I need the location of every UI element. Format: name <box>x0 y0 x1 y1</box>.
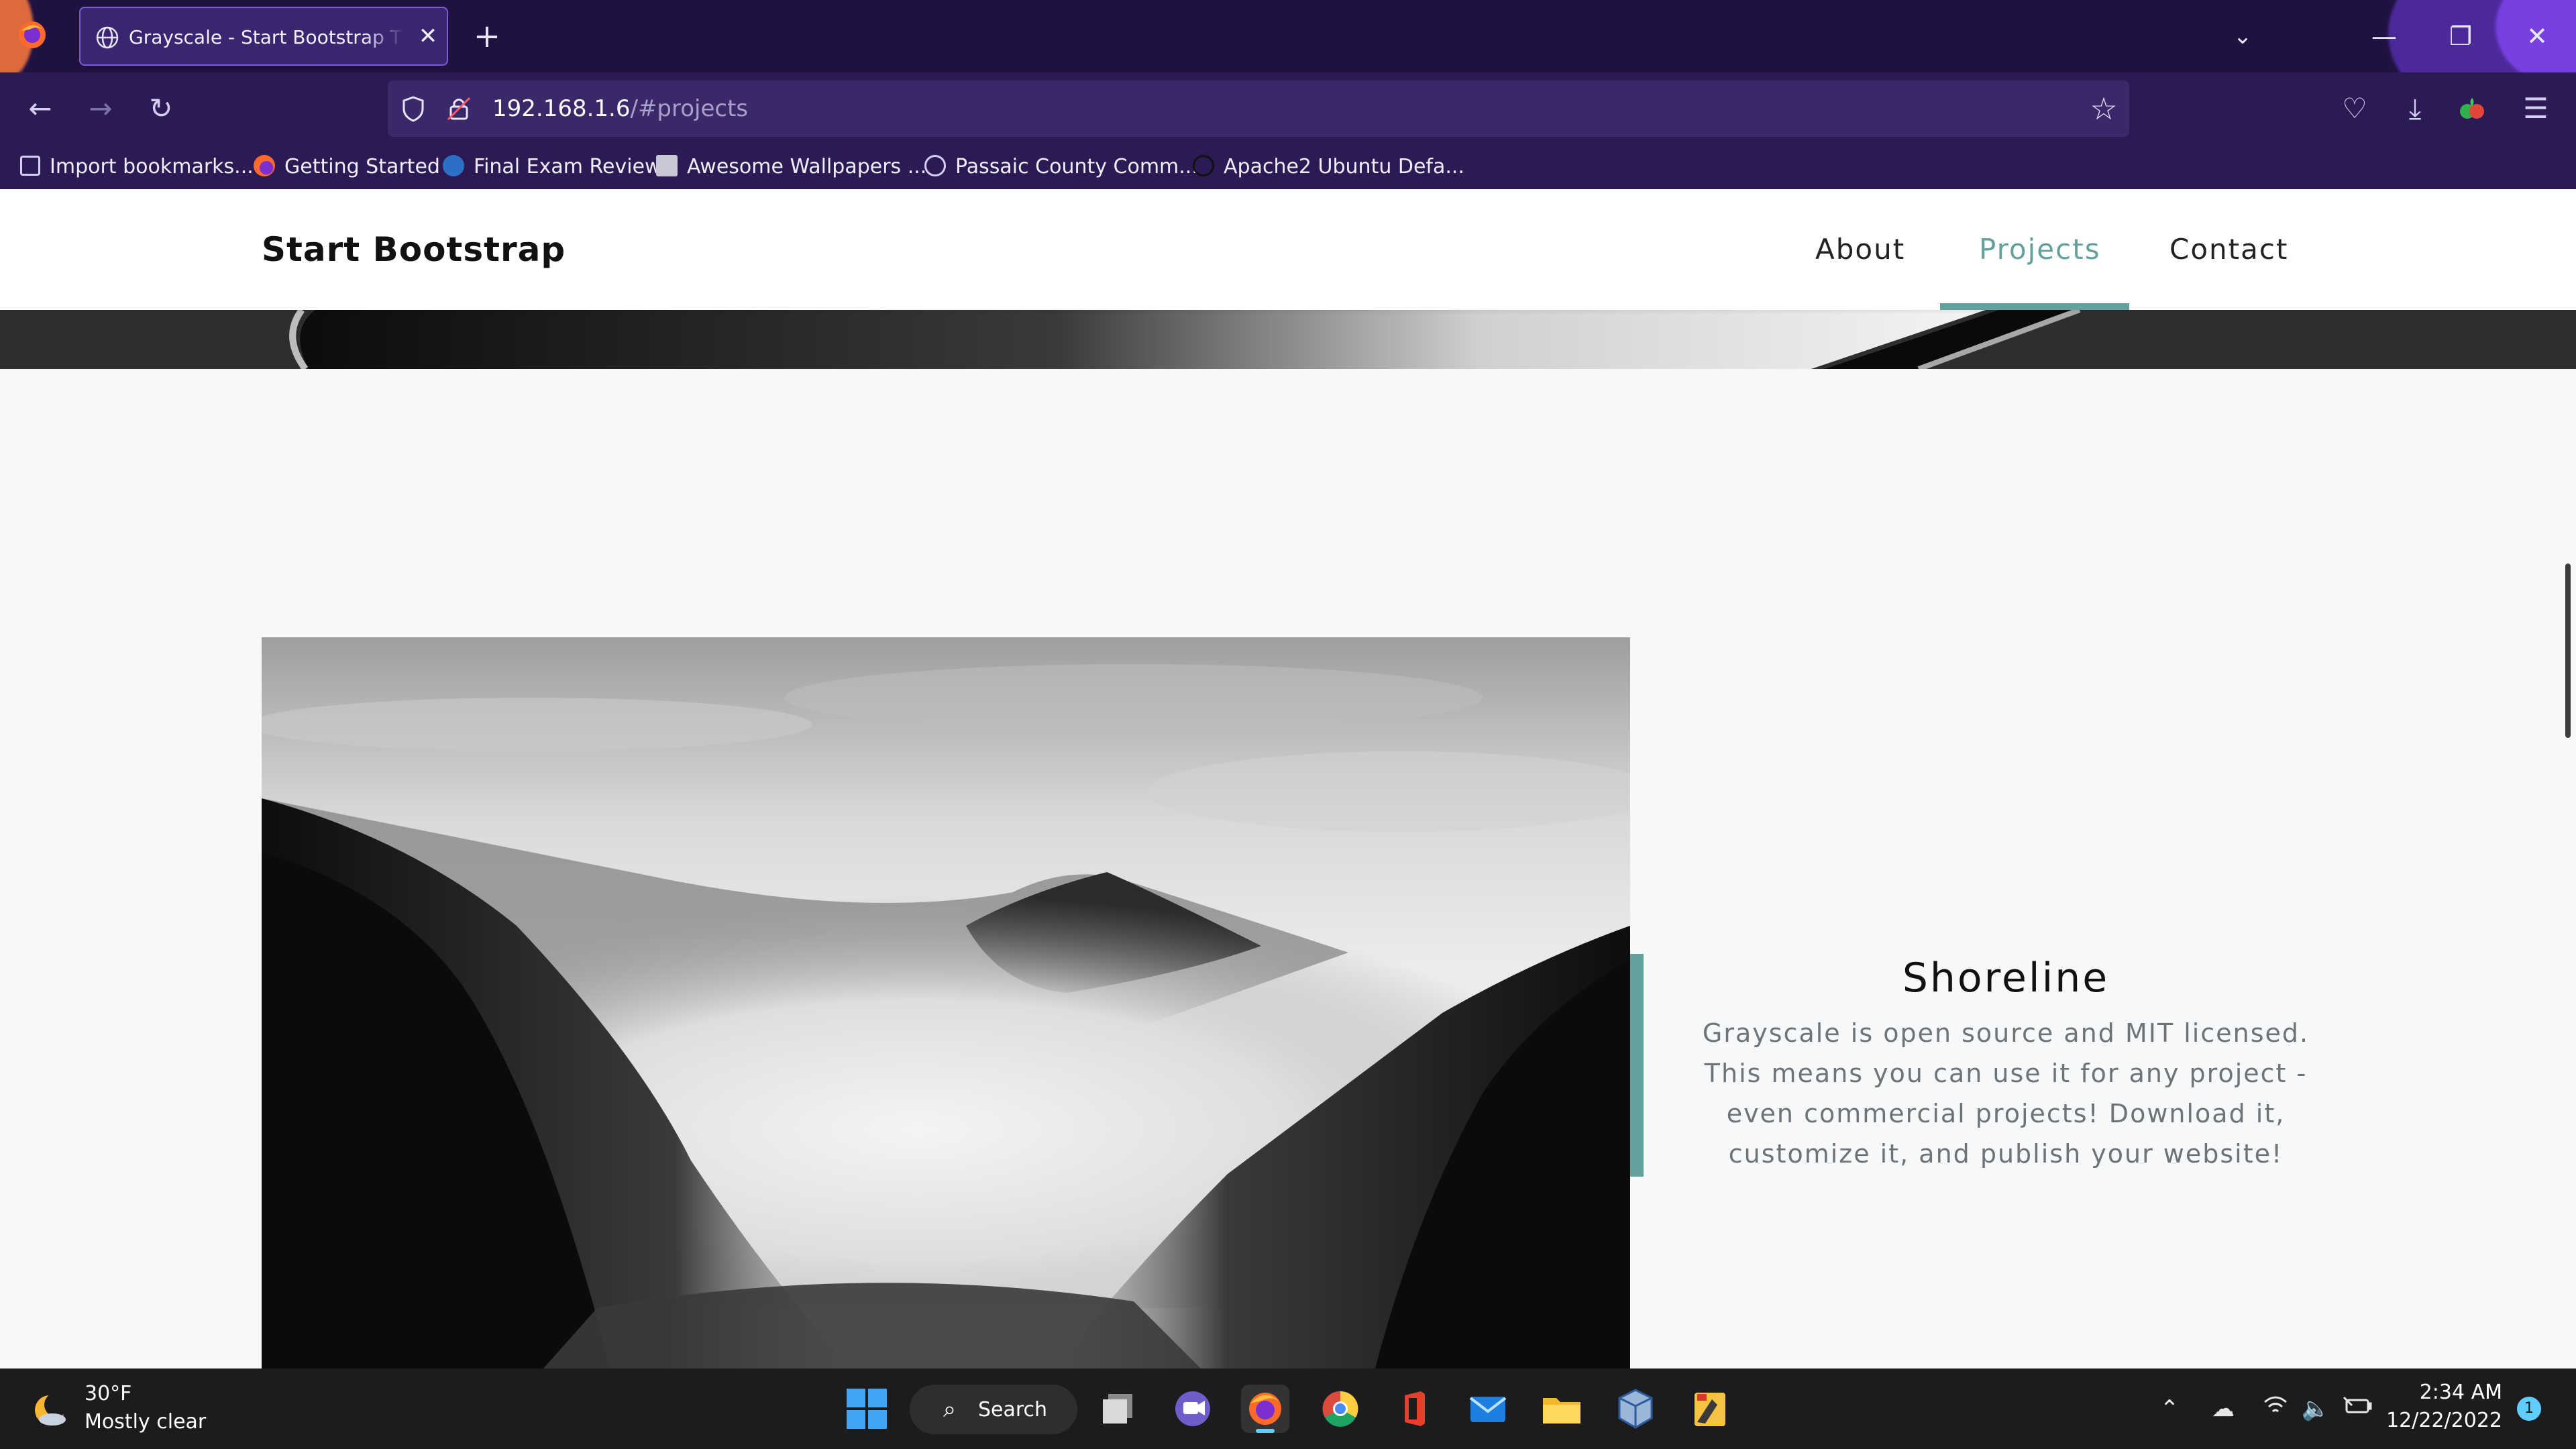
nav-projects[interactable]: Projects <box>1979 228 2101 271</box>
active-app-indicator <box>1256 1429 1275 1433</box>
globe-icon <box>1193 154 1214 176</box>
bookmark-star-icon[interactable]: ☆ <box>2085 90 2123 127</box>
onedrive-cloud-icon[interactable]: ☁ <box>2204 1394 2242 1424</box>
browser-tab[interactable]: Grayscale - Start Bootstrap Theme ✕ <box>79 7 448 66</box>
close-window-button[interactable]: ✕ <box>2504 0 2571 72</box>
minimize-button[interactable]: — <box>2351 0 2418 72</box>
import-icon <box>20 155 40 176</box>
office-icon[interactable] <box>1390 1385 1438 1433</box>
bookmark-label: Final Exam Review <box>474 155 661 178</box>
search-icon: ⌕ <box>943 1396 957 1423</box>
chrome-icon[interactable] <box>1316 1385 1364 1433</box>
restore-button[interactable]: ❐ <box>2427 0 2494 72</box>
firefox-icon <box>254 154 275 176</box>
bookmark-apache[interactable]: Apache2 Ubuntu Defa... <box>1193 152 1464 182</box>
back-arrow-icon[interactable]: ← <box>13 72 67 145</box>
weather-description[interactable]: Mostly clear <box>85 1409 206 1436</box>
url-host: 192.168.1.6 <box>492 95 631 122</box>
bookmark-label: Awesome Wallpapers ... <box>687 155 927 178</box>
title-bar: Grayscale - Start Bootstrap Theme ✕ + ⌄ … <box>0 0 2576 72</box>
project-image <box>262 637 1630 1368</box>
url-path: /#projects <box>630 95 749 122</box>
list-tabs-chevron-icon[interactable]: ⌄ <box>2219 0 2266 72</box>
firefox-logo-icon[interactable] <box>17 20 47 50</box>
volume-icon[interactable]: 🔈 <box>2297 1394 2334 1424</box>
wifi-icon[interactable] <box>2257 1394 2294 1424</box>
url-text[interactable]: 192.168.1.6/#projects <box>492 93 748 125</box>
insecure-lock-icon[interactable] <box>444 94 474 123</box>
shield-icon[interactable] <box>398 94 428 123</box>
site-navbar: Start Bootstrap About Projects Contact <box>0 189 2576 310</box>
firefox-taskbar-icon[interactable] <box>1241 1385 1289 1433</box>
globe-icon <box>95 25 119 50</box>
search-label: Search <box>978 1398 1048 1421</box>
masthead-image-strip <box>0 310 2576 369</box>
bookmark-awesome-wallpapers[interactable]: Awesome Wallpapers ... <box>656 152 926 182</box>
bookmark-label: Passaic County Comm... <box>955 155 1198 178</box>
task-view-icon[interactable] <box>1095 1385 1143 1433</box>
bookmark-label: Getting Started <box>284 155 440 178</box>
nav-contact[interactable]: Contact <box>2169 228 2288 271</box>
active-nav-indicator <box>1940 303 2129 310</box>
gallery-app-icon[interactable] <box>1685 1385 1733 1433</box>
tab-title: Grayscale - Start Bootstrap Theme <box>129 24 404 51</box>
app-menu-icon[interactable]: ☰ <box>2509 72 2563 145</box>
bookmark-final-exam[interactable]: Final Exam Review <box>443 152 661 182</box>
bookmark-label: Apache2 Ubuntu Defa... <box>1224 155 1464 178</box>
mail-icon[interactable] <box>1464 1385 1512 1433</box>
weather-moon-icon[interactable] <box>28 1387 71 1430</box>
project-title: Shoreline <box>1902 955 2110 1002</box>
project-accent-bar <box>1630 954 1644 1177</box>
virtualbox-icon[interactable] <box>1611 1385 1660 1433</box>
windows-taskbar: 30°F Mostly clear ⌕ Search ⌃ ☁ 🔈 2:34 AM… <box>0 1368 2576 1449</box>
clock-time[interactable]: 2:34 AM <box>2395 1379 2502 1406</box>
blue-circle-icon <box>443 154 464 176</box>
reload-icon[interactable]: ↻ <box>134 72 188 145</box>
file-explorer-icon[interactable] <box>1538 1385 1586 1433</box>
pocket-icon[interactable]: ♡ <box>2328 72 2381 145</box>
project-description: Grayscale is open source and MIT license… <box>1702 1018 2310 1169</box>
site-brand[interactable]: Start Bootstrap <box>262 228 566 271</box>
teams-chat-icon[interactable] <box>1169 1385 1217 1433</box>
bookmarks-toolbar: Import bookmarks... Getting Started Fina… <box>0 145 2576 189</box>
nav-about[interactable]: About <box>1815 228 1905 271</box>
show-hidden-icons-chevron[interactable]: ⌃ <box>2151 1394 2188 1424</box>
bookmark-import[interactable]: Import bookmarks... <box>20 152 254 182</box>
battery-icon[interactable] <box>2339 1394 2376 1424</box>
downloads-icon[interactable]: ⤓ <box>2388 72 2442 145</box>
clock-date[interactable]: 12/22/2022 <box>2375 1407 2502 1434</box>
weather-temperature[interactable]: 30°F <box>85 1381 131 1407</box>
globe-icon <box>924 154 946 176</box>
notification-badge[interactable]: 1 <box>2517 1397 2541 1421</box>
bookmark-passaic[interactable]: Passaic County Comm... <box>924 152 1198 182</box>
page-scrollbar[interactable] <box>2565 564 2571 738</box>
navigation-toolbar: ← → ↻ 192.168.1.6/#projects ☆ ♡ ⤓ ☰ <box>0 72 2576 145</box>
address-bar[interactable]: 192.168.1.6/#projects ☆ <box>388 80 2129 137</box>
bookmark-label: Import bookmarks... <box>50 155 254 178</box>
taskbar-search-box[interactable]: ⌕ Search <box>910 1385 1077 1434</box>
new-tab-button[interactable]: + <box>467 0 507 72</box>
close-tab-icon[interactable]: ✕ <box>415 23 441 50</box>
wallpaper-icon <box>656 154 678 176</box>
bookmark-getting-started[interactable]: Getting Started <box>254 152 440 182</box>
start-windows-icon[interactable] <box>847 1389 887 1429</box>
extension-icon[interactable] <box>2458 95 2486 123</box>
forward-arrow-icon[interactable]: → <box>74 72 127 145</box>
